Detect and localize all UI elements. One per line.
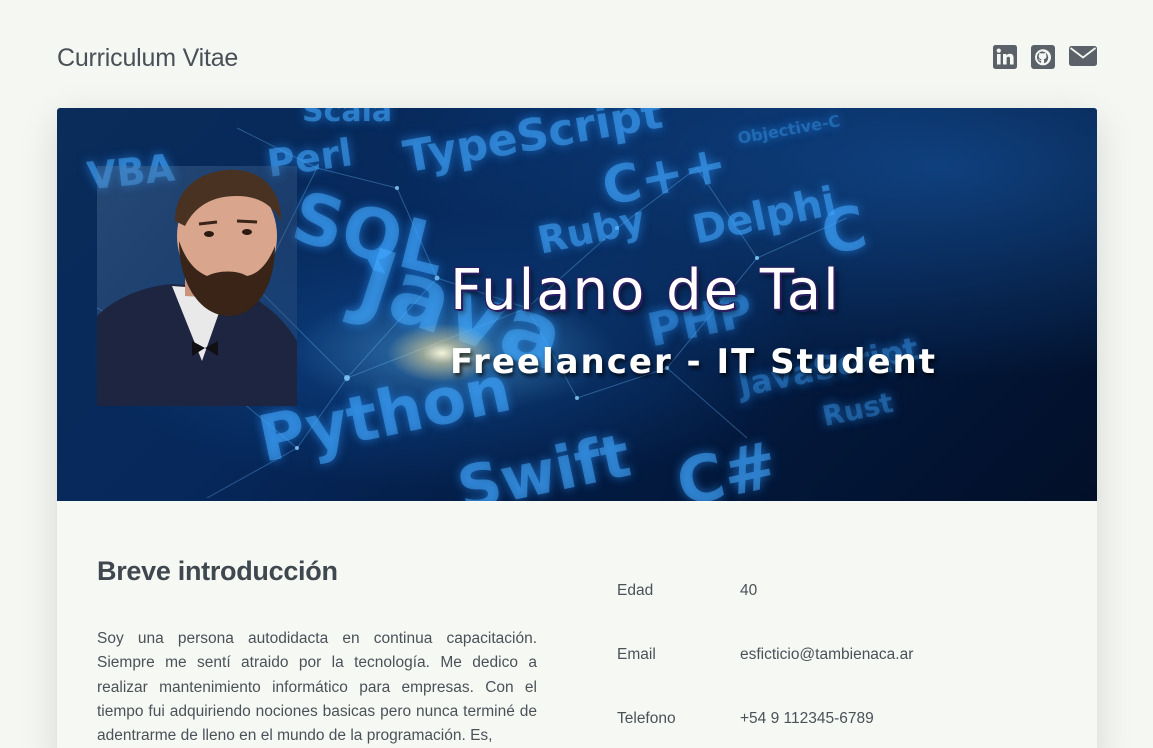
page: Curriculum Vitae Scala VBA Perl TypeScri… [0,0,1153,748]
linkedin-icon [993,45,1017,69]
github-icon [1031,45,1055,69]
age-label: Edad [617,582,654,599]
email-value: esficticio@tambienaca.ar [740,646,914,663]
card-content: Breve introducción Soy una persona autod… [57,108,1097,748]
info-row-phone: Telefono +54 9 112345-6789 [617,710,1057,748]
intro-heading: Breve introducción [97,556,338,586]
email-link[interactable] [1069,45,1097,69]
phone-value: +54 9 112345-6789 [740,710,874,727]
phone-label: Telefono [617,710,676,727]
info-row-email: Email esficticio@tambienaca.ar [617,646,1057,710]
personal-info: Edad 40 Email esficticio@tambienaca.ar T… [617,582,1057,748]
envelope-icon [1069,46,1097,66]
email-label: Email [617,646,656,663]
age-value: 40 [740,582,758,599]
social-links [993,45,1097,69]
github-link[interactable] [1031,45,1055,69]
site-title: Curriculum Vitae [57,44,239,72]
intro-paragraph: Soy una persona autodidacta en continua … [97,630,537,745]
header: Curriculum Vitae [57,42,1097,76]
linkedin-link[interactable] [993,45,1017,69]
info-row-age: Edad 40 [617,582,1057,646]
